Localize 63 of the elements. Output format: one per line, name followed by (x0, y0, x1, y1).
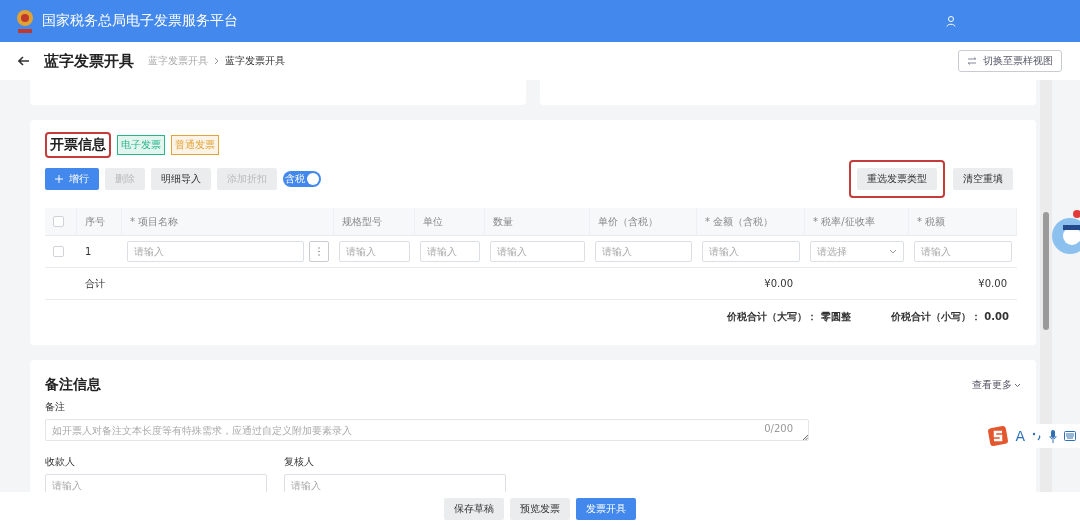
column-header: 单位 (415, 208, 485, 236)
column-header: 数量 (485, 208, 590, 236)
total-tax: ¥0.00 (978, 278, 1007, 289)
view-more-link[interactable]: 查看更多 (972, 378, 1021, 392)
column-header: * 税额 (909, 208, 1017, 236)
total-amount: ¥0.00 (764, 278, 793, 289)
emblem-icon (14, 8, 36, 34)
switch-view-button[interactable]: 切换至票样视图 (958, 50, 1062, 72)
invoice-tag: 电子发票 (117, 135, 165, 155)
swap-icon (967, 57, 977, 65)
toolbar-button[interactable]: 增行 (45, 168, 99, 190)
row-index: 1 (84, 246, 92, 257)
chevron-down-icon (1014, 382, 1021, 388)
platform-title: 国家税务总局电子发票服务平台 (42, 12, 238, 30)
input-field[interactable]: 请输入 (595, 241, 692, 262)
input-field[interactable]: 请输入 (420, 241, 480, 262)
assistant-avatar-icon[interactable] (1050, 210, 1080, 256)
plus-icon (55, 175, 63, 183)
chevron-right-icon (214, 57, 219, 65)
toolbar-button[interactable]: 明细导入 (151, 168, 211, 190)
column-header: * 税率/征收率 (805, 208, 909, 236)
input-field[interactable]: 请输入 (284, 474, 506, 492)
invoice-tag: 普通发票 (171, 135, 219, 155)
checkbox[interactable] (53, 246, 64, 257)
microphone-icon[interactable] (1049, 429, 1057, 443)
footer-button[interactable]: 预览发票 (510, 497, 570, 520)
punctuation-icon[interactable] (1032, 431, 1042, 441)
total-label: 合计 (85, 276, 105, 291)
chevron-down-icon (889, 249, 897, 254)
column-header: 规格型号 (334, 208, 415, 236)
input-field[interactable]: 请输入 (490, 241, 585, 262)
field-label: 收款人 (45, 455, 76, 469)
field-label: 复核人 (284, 455, 315, 469)
breadcrumb-item[interactable]: 蓝字发票开具 (225, 54, 285, 68)
footer-button[interactable]: 发票开具 (576, 497, 636, 520)
user-icon[interactable] (946, 15, 956, 27)
summary-text: 价税合计（小写）： 0.00 (890, 309, 1009, 324)
input-field[interactable]: 请输入 (702, 241, 800, 262)
field-label: 备注 (45, 400, 66, 414)
section-title: 备注信息 (45, 376, 101, 394)
column-header: 序号 (77, 208, 122, 236)
input-field[interactable]: 请输入 (339, 241, 410, 262)
keyboard-icon[interactable] (1064, 431, 1076, 441)
resize-handle-icon[interactable] (802, 434, 808, 440)
char-counter: 0/200 (764, 423, 793, 434)
input-field[interactable]: 请输入 (127, 241, 304, 262)
action-button[interactable]: 重选发票类型 (857, 168, 937, 190)
column-header: * 金额（含税） (697, 208, 805, 236)
checkbox[interactable] (53, 216, 64, 227)
scrollbar[interactable] (1040, 80, 1052, 492)
tax-toggle[interactable]: 含税 (283, 171, 321, 187)
page-title: 蓝字发票开具 (44, 51, 134, 71)
action-button[interactable]: 清空重填 (953, 168, 1013, 190)
column-header: 单价（含税） (590, 208, 697, 236)
column-header: * 项目名称 (122, 208, 334, 236)
footer-button[interactable]: 保存草稿 (444, 497, 504, 520)
back-arrow-icon[interactable] (18, 56, 30, 66)
input-mode-toggle[interactable]: A (1015, 428, 1025, 444)
input-method-logo-icon[interactable] (988, 426, 1009, 446)
summary-text: 价税合计（大写）： 零圆整 (727, 309, 851, 324)
input-field[interactable]: 请输入 (45, 474, 267, 492)
section-title: 开票信息 (45, 132, 111, 158)
input-field[interactable]: 请输入 (914, 241, 1012, 262)
